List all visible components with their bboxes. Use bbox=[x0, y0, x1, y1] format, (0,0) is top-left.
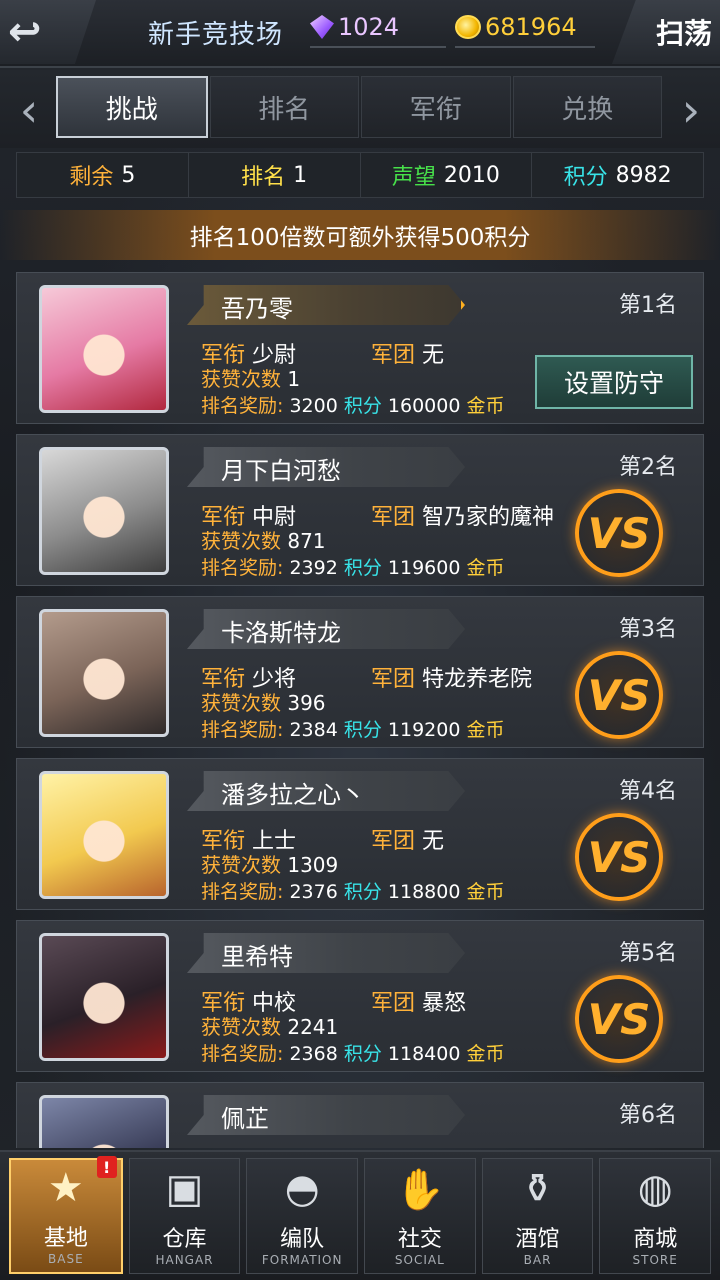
rank-label: 第3名 bbox=[619, 617, 677, 642]
nav-sublabel: HANGAR bbox=[155, 1253, 214, 1267]
likes: 获赞次数 2241 bbox=[201, 1015, 339, 1039]
tab-prev-arrow-icon[interactable]: ‹ bbox=[8, 80, 50, 140]
nav-store[interactable]: ◍ 商城 STORE bbox=[599, 1158, 712, 1274]
page-title: 新手竞技场 bbox=[148, 20, 284, 50]
nav-sublabel: BASE bbox=[48, 1252, 84, 1266]
rank-reward: 排名奖励: 2368 积分 118400 金币 bbox=[201, 1043, 505, 1065]
avatar[interactable] bbox=[39, 609, 169, 737]
avatar[interactable] bbox=[39, 933, 169, 1061]
nav-bar[interactable]: ⚱ 酒馆 BAR bbox=[481, 1158, 594, 1274]
player-name: 卡洛斯特龙 bbox=[221, 619, 341, 647]
legion: 军团 智乃家的魔神 bbox=[371, 505, 555, 530]
top-bar: ↩ 新手竞技场 1024 681964 扫荡 bbox=[0, 0, 720, 68]
vs-challenge-button[interactable]: VS bbox=[575, 813, 663, 901]
opponent-card: 里希特 第5名 军衔 中校 军团 暴怒 获赞次数 2241 排名奖励: 2368… bbox=[16, 920, 704, 1072]
likes: 获赞次数 396 bbox=[201, 691, 326, 715]
tab-next-arrow-icon[interactable]: › bbox=[670, 80, 712, 140]
gem-underline bbox=[310, 46, 446, 48]
tab-military-rank[interactable]: 军衔 bbox=[361, 76, 511, 138]
opponent-list[interactable]: 吾乃零 第1名 军衔 少尉 军团 无 获赞次数 1 排名奖励: 3200 积分 … bbox=[16, 272, 704, 1148]
player-name: 潘多拉之心丶 bbox=[221, 781, 365, 809]
nav-sublabel: SOCIAL bbox=[394, 1253, 445, 1267]
stat-rank: 排名 1 bbox=[189, 153, 361, 197]
likes: 获赞次数 871 bbox=[201, 529, 326, 553]
rank-label: 第6名 bbox=[619, 1103, 677, 1128]
tab-bar: ‹ 挑战 排名 军衔 兑换 › bbox=[0, 70, 720, 148]
opponent-card: 吾乃零 第1名 军衔 少尉 军团 无 获赞次数 1 排名奖励: 3200 积分 … bbox=[16, 272, 704, 424]
gem-value: 1024 bbox=[338, 13, 400, 41]
vs-challenge-button[interactable]: VS bbox=[575, 651, 663, 739]
nav-sublabel: FORMATION bbox=[261, 1253, 343, 1267]
gem-counter: 1024 bbox=[310, 10, 446, 48]
handshake-icon: ✋ bbox=[394, 1166, 445, 1213]
bonus-banner: 排名100倍数可额外获得500积分 bbox=[0, 210, 720, 260]
nav-social[interactable]: ✋ 社交 SOCIAL bbox=[364, 1158, 476, 1274]
legion: 军团 无 bbox=[371, 829, 445, 854]
bar-icon: ⚱ bbox=[520, 1166, 555, 1212]
nav-base[interactable]: ! ★ 基地 BASE bbox=[9, 1156, 123, 1274]
nav-hangar[interactable]: ▣ 仓库 HANGAR bbox=[128, 1158, 241, 1274]
bottom-nav: ! ★ 基地 BASE ▣ 仓库 HANGAR ◓ 编队 FORMATION ✋… bbox=[0, 1150, 720, 1280]
hangar-icon: ▣ bbox=[165, 1166, 204, 1212]
avatar[interactable] bbox=[39, 1095, 169, 1148]
vs-challenge-button[interactable]: VS bbox=[575, 975, 663, 1063]
tab-ranking[interactable]: 排名 bbox=[209, 76, 359, 138]
nav-label: 基地 bbox=[43, 1226, 88, 1251]
nav-label: 酒馆 bbox=[515, 1227, 560, 1252]
legion: 军团 无 bbox=[371, 343, 445, 368]
tab-challenge[interactable]: 挑战 bbox=[56, 76, 208, 138]
legion: 军团 特龙养老院 bbox=[371, 667, 533, 692]
opponent-card: 月下白河愁 第2名 军衔 中尉 军团 智乃家的魔神 获赞次数 871 排名奖励:… bbox=[16, 434, 704, 586]
rank-label: 第2名 bbox=[619, 455, 677, 480]
rank-reward: 排名奖励: 2376 积分 118800 金币 bbox=[201, 881, 505, 903]
opponent-card: 佩芷 第6名 bbox=[16, 1082, 704, 1148]
vs-challenge-button[interactable]: VS bbox=[575, 489, 663, 577]
sweep-button[interactable]: 扫荡 bbox=[612, 0, 720, 64]
nav-label: 社交 bbox=[397, 1227, 442, 1252]
player-name: 里希特 bbox=[221, 943, 293, 971]
rank-reward: 排名奖励: 3200 积分 160000 金币 bbox=[201, 395, 505, 417]
coin-underline bbox=[455, 46, 595, 48]
nav-formation[interactable]: ◓ 编队 FORMATION bbox=[246, 1158, 359, 1274]
coin-icon bbox=[455, 15, 481, 39]
nav-sublabel: STORE bbox=[632, 1253, 678, 1267]
avatar[interactable] bbox=[39, 771, 169, 899]
set-defense-button[interactable]: 设置防守 bbox=[535, 355, 693, 409]
gem-icon bbox=[310, 15, 334, 39]
stat-points: 积分 8982 bbox=[563, 162, 672, 191]
tab-exchange[interactable]: 兑换 bbox=[512, 76, 662, 138]
legion: 军团 暴怒 bbox=[371, 991, 467, 1016]
opponent-card: 潘多拉之心丶 第4名 军衔 上士 军团 无 获赞次数 1309 排名奖励: 23… bbox=[16, 758, 704, 910]
player-name: 佩芷 bbox=[221, 1105, 269, 1133]
base-emblem-icon: ★ bbox=[47, 1165, 84, 1211]
back-arrow-icon: ↩ bbox=[8, 9, 42, 55]
coin-counter: 681964 bbox=[455, 10, 595, 48]
player-name: 月下白河愁 bbox=[221, 457, 341, 485]
stats-bar: 剩余 5 排名 1 声望 2010 积分 8982 bbox=[16, 152, 704, 198]
notification-badge: ! bbox=[96, 1156, 117, 1178]
nav-sublabel: BAR bbox=[523, 1253, 552, 1267]
back-button[interactable]: ↩ bbox=[0, 0, 96, 64]
stat-remaining: 剩余 5 bbox=[17, 153, 189, 197]
rank-reward: 排名奖励: 2392 积分 119600 金币 bbox=[201, 557, 505, 579]
nav-label: 商城 bbox=[633, 1227, 678, 1252]
opponent-card: 卡洛斯特龙 第3名 军衔 少将 军团 特龙养老院 获赞次数 396 排名奖励: … bbox=[16, 596, 704, 748]
likes: 获赞次数 1309 bbox=[201, 853, 339, 877]
nav-label: 编队 bbox=[280, 1227, 325, 1252]
store-icon: ◍ bbox=[637, 1166, 673, 1212]
likes: 获赞次数 1 bbox=[201, 367, 301, 391]
rank-reward: 排名奖励: 2384 积分 119200 金币 bbox=[201, 719, 505, 741]
player-name: 吾乃零 bbox=[221, 295, 293, 323]
tabs: 挑战 排名 军衔 兑换 bbox=[56, 76, 664, 138]
rank-label: 第1名 bbox=[619, 293, 677, 318]
coin-value: 681964 bbox=[485, 13, 577, 41]
avatar[interactable] bbox=[39, 285, 169, 413]
stat-prestige: 声望 2010 bbox=[361, 153, 533, 197]
avatar[interactable] bbox=[39, 447, 169, 575]
rank-label: 第4名 bbox=[619, 779, 677, 804]
formation-helmet-icon: ◓ bbox=[284, 1166, 320, 1212]
nav-label: 仓库 bbox=[162, 1227, 207, 1252]
rank-label: 第5名 bbox=[619, 941, 677, 966]
